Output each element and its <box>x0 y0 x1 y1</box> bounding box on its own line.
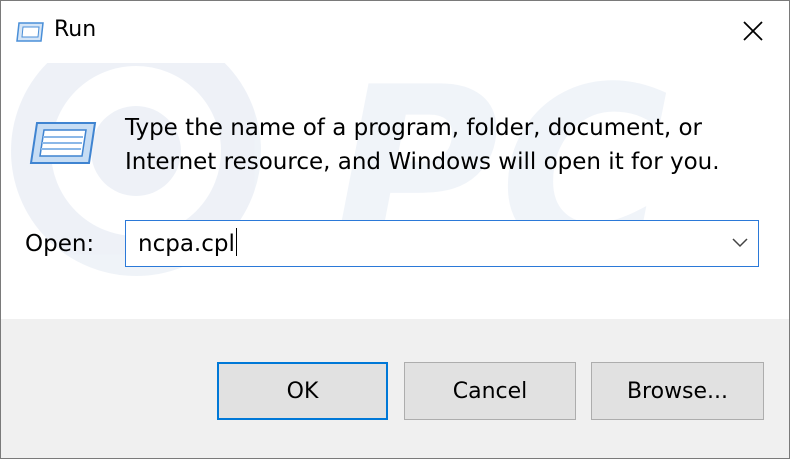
cancel-button[interactable]: Cancel <box>404 362 576 420</box>
run-app-icon <box>16 22 44 42</box>
chevron-down-icon <box>732 238 748 248</box>
dialog-description: Type the name of a program, folder, docu… <box>125 115 720 175</box>
open-combobox[interactable]: ncpa.cpl <box>125 220 759 267</box>
text-caret <box>235 228 237 256</box>
browse-button[interactable]: Browse... <box>591 362 764 420</box>
title-bar: Run <box>1 1 789 63</box>
close-button[interactable] <box>731 11 775 51</box>
ok-button[interactable]: OK <box>217 362 388 420</box>
run-app-icon <box>29 122 97 164</box>
open-input-value: ncpa.cpl <box>138 231 235 257</box>
open-input[interactable]: ncpa.cpl <box>138 228 237 257</box>
dropdown-button[interactable] <box>730 233 750 253</box>
run-dialog: PC risk.com Run Type the name of a progr… <box>0 0 790 459</box>
close-icon <box>743 21 763 41</box>
open-label: Open: <box>25 231 95 257</box>
window-title: Run <box>54 17 97 42</box>
